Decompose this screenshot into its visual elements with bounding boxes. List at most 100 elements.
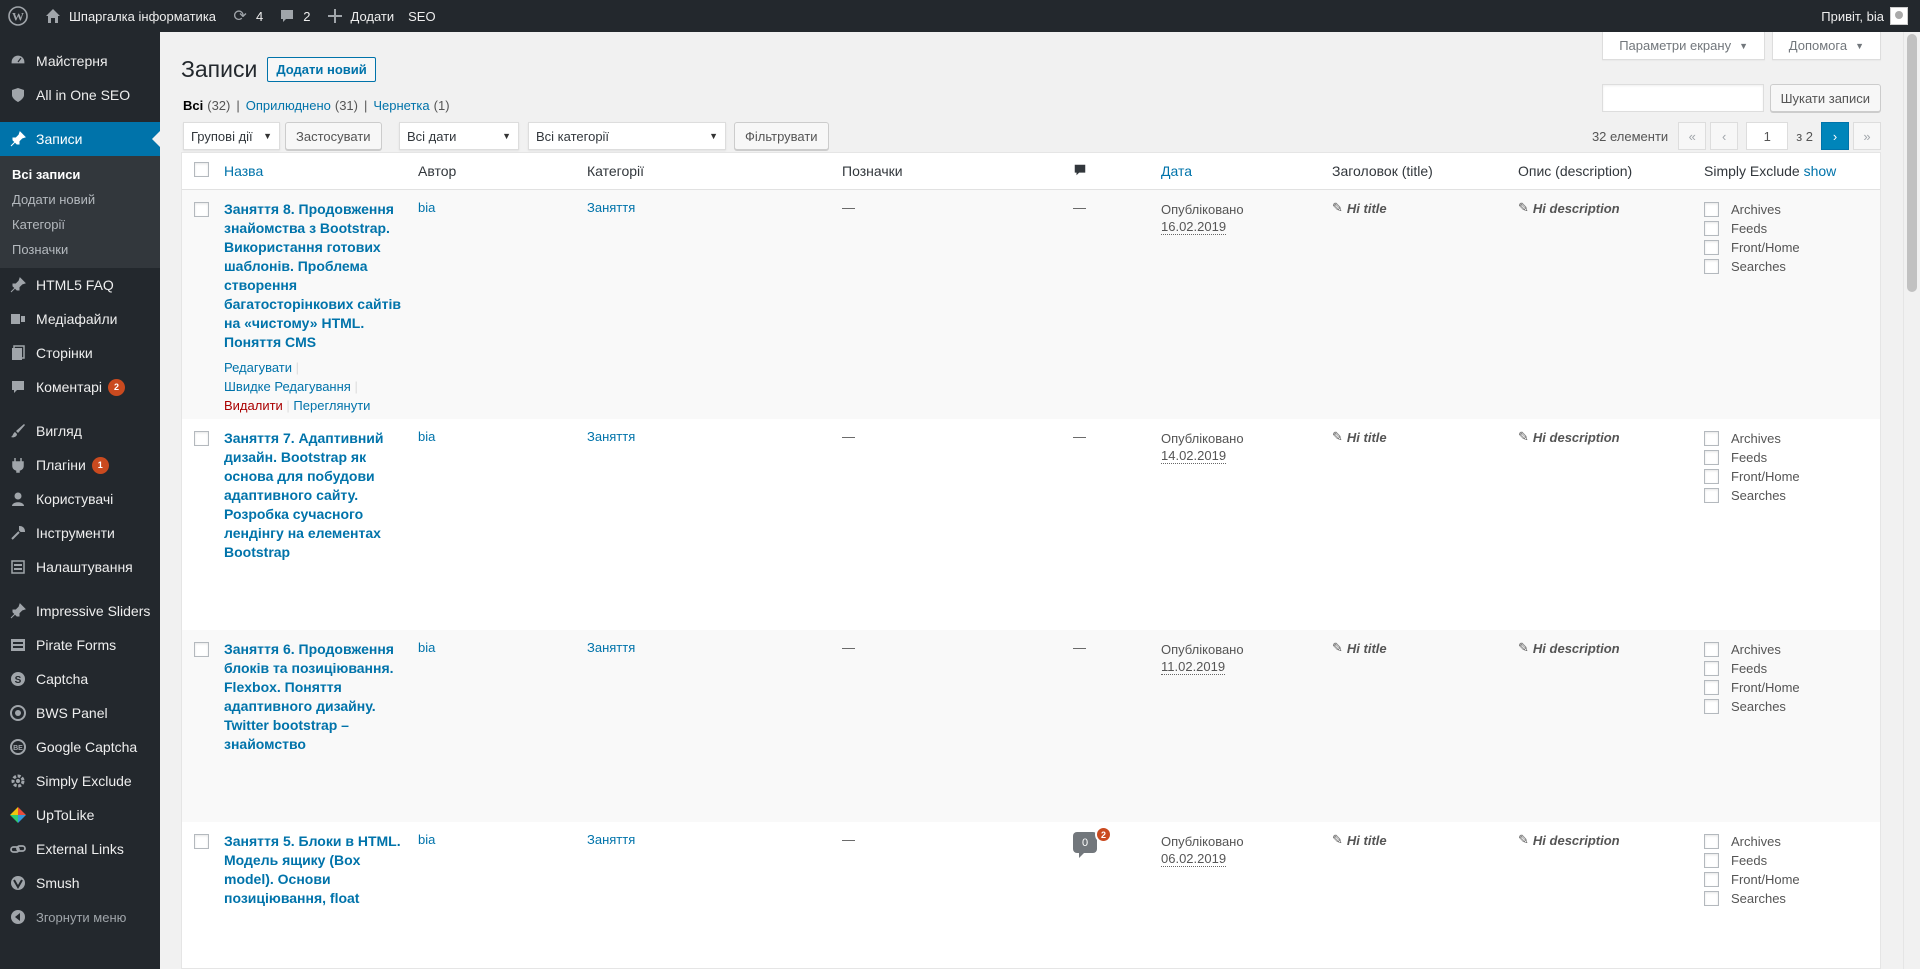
menu-item-posts[interactable]: Записи — [0, 122, 160, 156]
menu-item-external-links[interactable]: External Links — [0, 832, 160, 866]
first-page-button[interactable]: « — [1678, 122, 1707, 150]
trash-link[interactable]: Видалити — [224, 398, 283, 413]
exclude-front-home-checkbox[interactable] — [1704, 872, 1719, 887]
seo-title-value[interactable]: Hi title — [1347, 201, 1387, 216]
post-title-link[interactable]: Заняття 6. Продовження блоків та позицію… — [224, 640, 410, 754]
pencil-icon[interactable]: ✎ — [1332, 832, 1343, 848]
collapse-menu-button[interactable]: Згорнути меню — [0, 900, 160, 934]
column-comments[interactable] — [1073, 163, 1157, 180]
submenu-all-posts[interactable]: Всі записи — [0, 162, 160, 187]
menu-item-html5-faq[interactable]: HTML5 FAQ — [0, 268, 160, 302]
submenu-tags[interactable]: Позначки — [0, 237, 160, 262]
my-account-link[interactable]: Привіт, bia — [1814, 0, 1920, 32]
prev-page-button[interactable]: ‹ — [1710, 122, 1739, 150]
seo-title-value[interactable]: Hi title — [1347, 641, 1387, 656]
menu-item-dashboard[interactable]: Майстерня — [0, 44, 160, 78]
pencil-icon[interactable]: ✎ — [1518, 640, 1529, 656]
post-title-link[interactable]: Заняття 5. Блоки в HTML. Модель ящику (B… — [224, 832, 410, 908]
edit-link[interactable]: Редагувати — [224, 360, 292, 375]
exclude-archives-checkbox[interactable] — [1704, 834, 1719, 849]
filter-button[interactable]: Фільтрувати — [734, 122, 829, 150]
pencil-icon[interactable]: ✎ — [1518, 429, 1529, 445]
exclude-feeds-checkbox[interactable] — [1704, 221, 1719, 236]
menu-item-captcha[interactable]: S Captcha — [0, 662, 160, 696]
column-date-sort[interactable]: Дата — [1161, 163, 1192, 179]
exclude-archives-checkbox[interactable] — [1704, 431, 1719, 446]
row-checkbox[interactable] — [194, 834, 209, 849]
next-page-button[interactable]: › — [1821, 122, 1849, 150]
seo-desc-value[interactable]: Hi description — [1533, 833, 1620, 848]
exclude-searches-checkbox[interactable] — [1704, 699, 1719, 714]
page-scrollbar[interactable] — [1903, 32, 1920, 969]
current-page-input[interactable]: 1 — [1746, 122, 1789, 150]
add-new-post-button[interactable]: Додати новий — [267, 57, 376, 82]
menu-item-appearance[interactable]: Вигляд — [0, 414, 160, 448]
author-link[interactable]: bia — [418, 640, 435, 655]
author-link[interactable]: bia — [418, 832, 435, 847]
screen-options-button[interactable]: Параметри екрану ▼ — [1602, 32, 1765, 60]
exclude-feeds-checkbox[interactable] — [1704, 661, 1719, 676]
author-link[interactable]: bia — [418, 200, 435, 215]
search-posts-button[interactable]: Шукати записи — [1769, 84, 1881, 112]
menu-item-impressive-sliders[interactable]: Impressive Sliders — [0, 594, 160, 628]
site-name-link[interactable]: Шпаргалка інформатика — [36, 0, 223, 32]
exclude-searches-checkbox[interactable] — [1704, 488, 1719, 503]
menu-item-smush[interactable]: Smush — [0, 866, 160, 900]
menu-item-simply-exclude[interactable]: Simply Exclude — [0, 764, 160, 798]
menu-item-pages[interactable]: Сторінки — [0, 336, 160, 370]
search-input[interactable] — [1601, 84, 1764, 112]
category-link[interactable]: Заняття — [587, 429, 635, 444]
category-link[interactable]: Заняття — [587, 640, 635, 655]
exclude-searches-checkbox[interactable] — [1704, 891, 1719, 906]
seo-title-value[interactable]: Hi title — [1347, 430, 1387, 445]
menu-item-users[interactable]: Користувачі — [0, 482, 160, 516]
seo-desc-value[interactable]: Hi description — [1533, 430, 1620, 445]
category-link[interactable]: Заняття — [587, 200, 635, 215]
view-link[interactable]: Переглянути — [293, 398, 370, 413]
exclude-feeds-checkbox[interactable] — [1704, 853, 1719, 868]
row-checkbox[interactable] — [194, 642, 209, 657]
exclude-front-home-checkbox[interactable] — [1704, 240, 1719, 255]
pencil-icon[interactable]: ✎ — [1332, 640, 1343, 656]
menu-item-uptolike[interactable]: UpToLike — [0, 798, 160, 832]
menu-item-all-in-one-seo[interactable]: All in One SEO — [0, 78, 160, 112]
menu-item-plugins[interactable]: Плагіни 1 — [0, 448, 160, 482]
last-page-button[interactable]: » — [1853, 122, 1881, 150]
simply-exclude-show-link[interactable]: show — [1804, 163, 1837, 179]
seo-desc-value[interactable]: Hi description — [1533, 641, 1620, 656]
approved-comments-bubble[interactable]: 0 2 — [1073, 826, 1112, 858]
exclude-archives-checkbox[interactable] — [1704, 642, 1719, 657]
column-title-sort[interactable]: Назва — [224, 163, 263, 179]
seo-title-value[interactable]: Hi title — [1347, 833, 1387, 848]
quick-edit-link[interactable]: Швидке Редагування — [224, 379, 351, 394]
exclude-front-home-checkbox[interactable] — [1704, 469, 1719, 484]
help-button[interactable]: Допомога ▼ — [1771, 32, 1881, 60]
author-link[interactable]: bia — [418, 429, 435, 444]
category-filter-select[interactable]: Всі категорії ▼ — [528, 122, 726, 150]
exclude-searches-checkbox[interactable] — [1704, 259, 1719, 274]
bulk-actions-select[interactable]: Групові дії ▼ — [183, 122, 280, 150]
submenu-categories[interactable]: Категорії — [0, 212, 160, 237]
date-filter-select[interactable]: Всі дати ▼ — [399, 122, 519, 150]
apply-button[interactable]: Застосувати — [285, 122, 382, 150]
menu-item-media[interactable]: Медіафайли — [0, 302, 160, 336]
updates-link[interactable]: ⟳ 4 — [223, 0, 270, 32]
pending-comments-badge[interactable]: 2 — [1095, 826, 1112, 843]
submenu-add-new[interactable]: Додати новий — [0, 187, 160, 212]
pencil-icon[interactable]: ✎ — [1332, 200, 1343, 216]
scrollbar-thumb[interactable] — [1907, 34, 1917, 292]
comments-link[interactable]: 2 — [270, 0, 317, 32]
view-all-link[interactable]: Всі — [183, 98, 203, 113]
exclude-front-home-checkbox[interactable] — [1704, 680, 1719, 695]
menu-item-bws-panel[interactable]: BWS Panel — [0, 696, 160, 730]
view-published-link[interactable]: Оприлюднено — [246, 98, 331, 113]
post-title-link[interactable]: Заняття 7. Адаптивний дизайн. Bootstrap … — [224, 429, 410, 562]
menu-item-google-captcha[interactable]: BE Google Captcha — [0, 730, 160, 764]
seo-desc-value[interactable]: Hi description — [1533, 201, 1620, 216]
post-title-link[interactable]: Заняття 8. Продовження знайомства з Boot… — [224, 200, 410, 352]
menu-item-comments[interactable]: Коментарі 2 — [0, 370, 160, 404]
pencil-icon[interactable]: ✎ — [1518, 200, 1529, 216]
seo-link[interactable]: SEO — [401, 0, 442, 32]
new-content-link[interactable]: Додати — [318, 0, 402, 32]
pencil-icon[interactable]: ✎ — [1332, 429, 1343, 445]
